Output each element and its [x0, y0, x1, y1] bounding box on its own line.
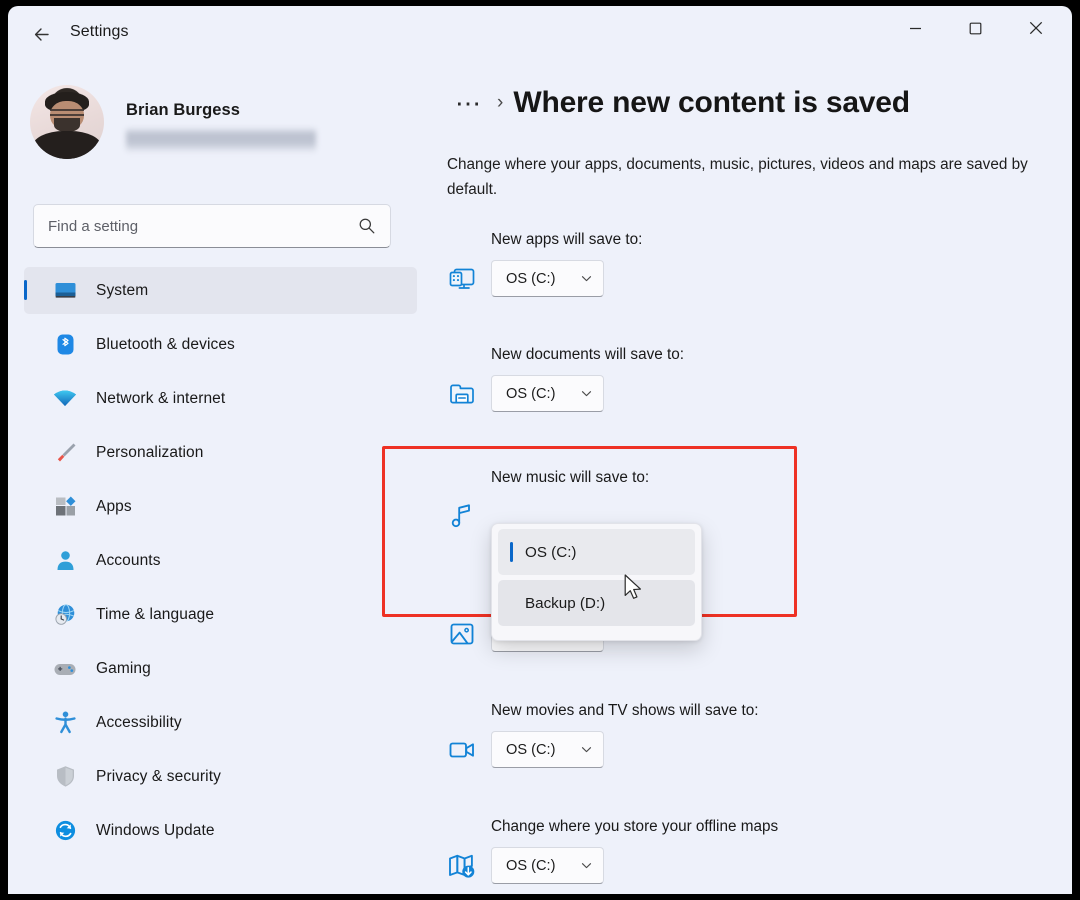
maximize-icon: [969, 22, 982, 35]
title-bar: Settings: [8, 6, 1072, 62]
dropdown-option-label: OS (C:): [525, 544, 576, 561]
breadcrumb-overflow-button[interactable]: ⋯: [447, 89, 491, 117]
bluetooth-icon: [48, 332, 82, 357]
sidebar-item-bluetooth-devices[interactable]: Bluetooth & devices: [24, 321, 417, 368]
combo-value: OS (C:): [506, 271, 555, 287]
chevron-right-icon: ›: [497, 92, 503, 114]
combo-value: OS (C:): [506, 858, 555, 874]
sidebar-item-accessibility[interactable]: Accessibility: [24, 699, 417, 746]
combo-value: OS (C:): [506, 386, 555, 402]
sidebar-item-privacy-security[interactable]: Privacy & security: [24, 753, 417, 800]
sidebar-item-label: Network & internet: [96, 390, 225, 408]
minimize-icon: [909, 22, 922, 35]
search-input[interactable]: [34, 205, 358, 247]
wifi-icon: [48, 386, 82, 412]
sidebar-item-apps[interactable]: Apps: [24, 483, 417, 530]
app-title: Settings: [70, 23, 129, 41]
sidebar-item-personalization[interactable]: Personalization: [24, 429, 417, 476]
documents-icon: [443, 375, 481, 413]
sidebar-item-label: Privacy & security: [96, 768, 221, 786]
dropdown-option-label: Backup (D:): [525, 595, 605, 612]
gamepad-icon: [48, 656, 82, 682]
row-label: New apps will save to:: [491, 231, 642, 249]
dropdown-option-backup-d[interactable]: Backup (D:): [498, 580, 695, 626]
profile-name: Brian Burgess: [126, 101, 316, 120]
close-icon: [1029, 21, 1043, 35]
navigation-list: System Bluetooth & devices: [24, 267, 417, 861]
sidebar-item-network-internet[interactable]: Network & internet: [24, 375, 417, 422]
sidebar-item-system[interactable]: System: [24, 267, 417, 314]
chevron-down-icon: [580, 387, 593, 400]
dropdown-option-os-c[interactable]: OS (C:): [498, 529, 695, 575]
sidebar-item-label: Personalization: [96, 444, 203, 462]
accessibility-icon: [48, 710, 82, 735]
chevron-down-icon: [580, 859, 593, 872]
apps-save-location-dropdown[interactable]: OS (C:): [491, 260, 604, 297]
music-note-icon: [443, 498, 481, 536]
row-label: New music will save to:: [491, 469, 649, 487]
sidebar-item-label: Windows Update: [96, 822, 215, 840]
chevron-down-icon: [580, 272, 593, 285]
back-arrow-icon: [31, 24, 52, 45]
sidebar-item-accounts[interactable]: Accounts: [24, 537, 417, 584]
profile-email-redacted: [126, 127, 316, 153]
sidebar: Brian Burgess: [8, 62, 433, 894]
combo-value: OS (C:): [506, 742, 555, 758]
person-icon: [48, 548, 82, 573]
main-content: ⋯ › Where new content is saved Change wh…: [433, 62, 1072, 894]
apps-icon: [48, 494, 82, 519]
maps-save-location-dropdown[interactable]: OS (C:): [491, 847, 604, 884]
apps-save-icon: [443, 260, 481, 298]
map-download-icon: [443, 847, 481, 885]
sidebar-item-label: Time & language: [96, 606, 214, 624]
back-button[interactable]: [22, 16, 60, 52]
sidebar-item-windows-update[interactable]: Windows Update: [24, 807, 417, 854]
breadcrumb: ⋯ › Where new content is saved: [447, 86, 910, 120]
music-save-location-dropdown-open[interactable]: OS (C:) Backup (D:): [491, 523, 702, 641]
picture-icon: [443, 615, 481, 653]
maximize-button[interactable]: [952, 6, 999, 50]
settings-window: Settings: [8, 6, 1072, 894]
search-box[interactable]: [33, 204, 391, 248]
sidebar-item-label: Accounts: [96, 552, 161, 570]
minimize-button[interactable]: [892, 6, 939, 50]
row-label: Change where you store your offline maps: [491, 818, 778, 836]
monitor-icon: [48, 278, 82, 303]
shield-icon: [48, 764, 82, 789]
chevron-down-icon: [580, 743, 593, 756]
sidebar-item-label: Apps: [96, 498, 132, 516]
sidebar-item-time-language[interactable]: Time & language: [24, 591, 417, 638]
movies-save-location-dropdown[interactable]: OS (C:): [491, 731, 604, 768]
user-profile[interactable]: Brian Burgess: [30, 85, 316, 159]
page-title: Where new content is saved: [513, 86, 910, 120]
sidebar-item-label: Accessibility: [96, 714, 182, 732]
clock-globe-icon: [48, 602, 82, 627]
sidebar-item-label: System: [96, 282, 148, 300]
sidebar-item-label: Bluetooth & devices: [96, 336, 235, 354]
sidebar-item-label: Gaming: [96, 660, 151, 678]
sidebar-item-gaming[interactable]: Gaming: [24, 645, 417, 692]
close-button[interactable]: [1012, 6, 1059, 50]
update-icon: [48, 818, 82, 843]
avatar: [30, 85, 104, 159]
search-icon: [358, 217, 390, 235]
documents-save-location-dropdown[interactable]: OS (C:): [491, 375, 604, 412]
row-label: New movies and TV shows will save to:: [491, 702, 759, 720]
page-subtitle: Change where your apps, documents, music…: [447, 152, 1047, 202]
video-camera-icon: [443, 731, 481, 769]
row-label: New documents will save to:: [491, 346, 684, 364]
paintbrush-icon: [48, 440, 82, 465]
